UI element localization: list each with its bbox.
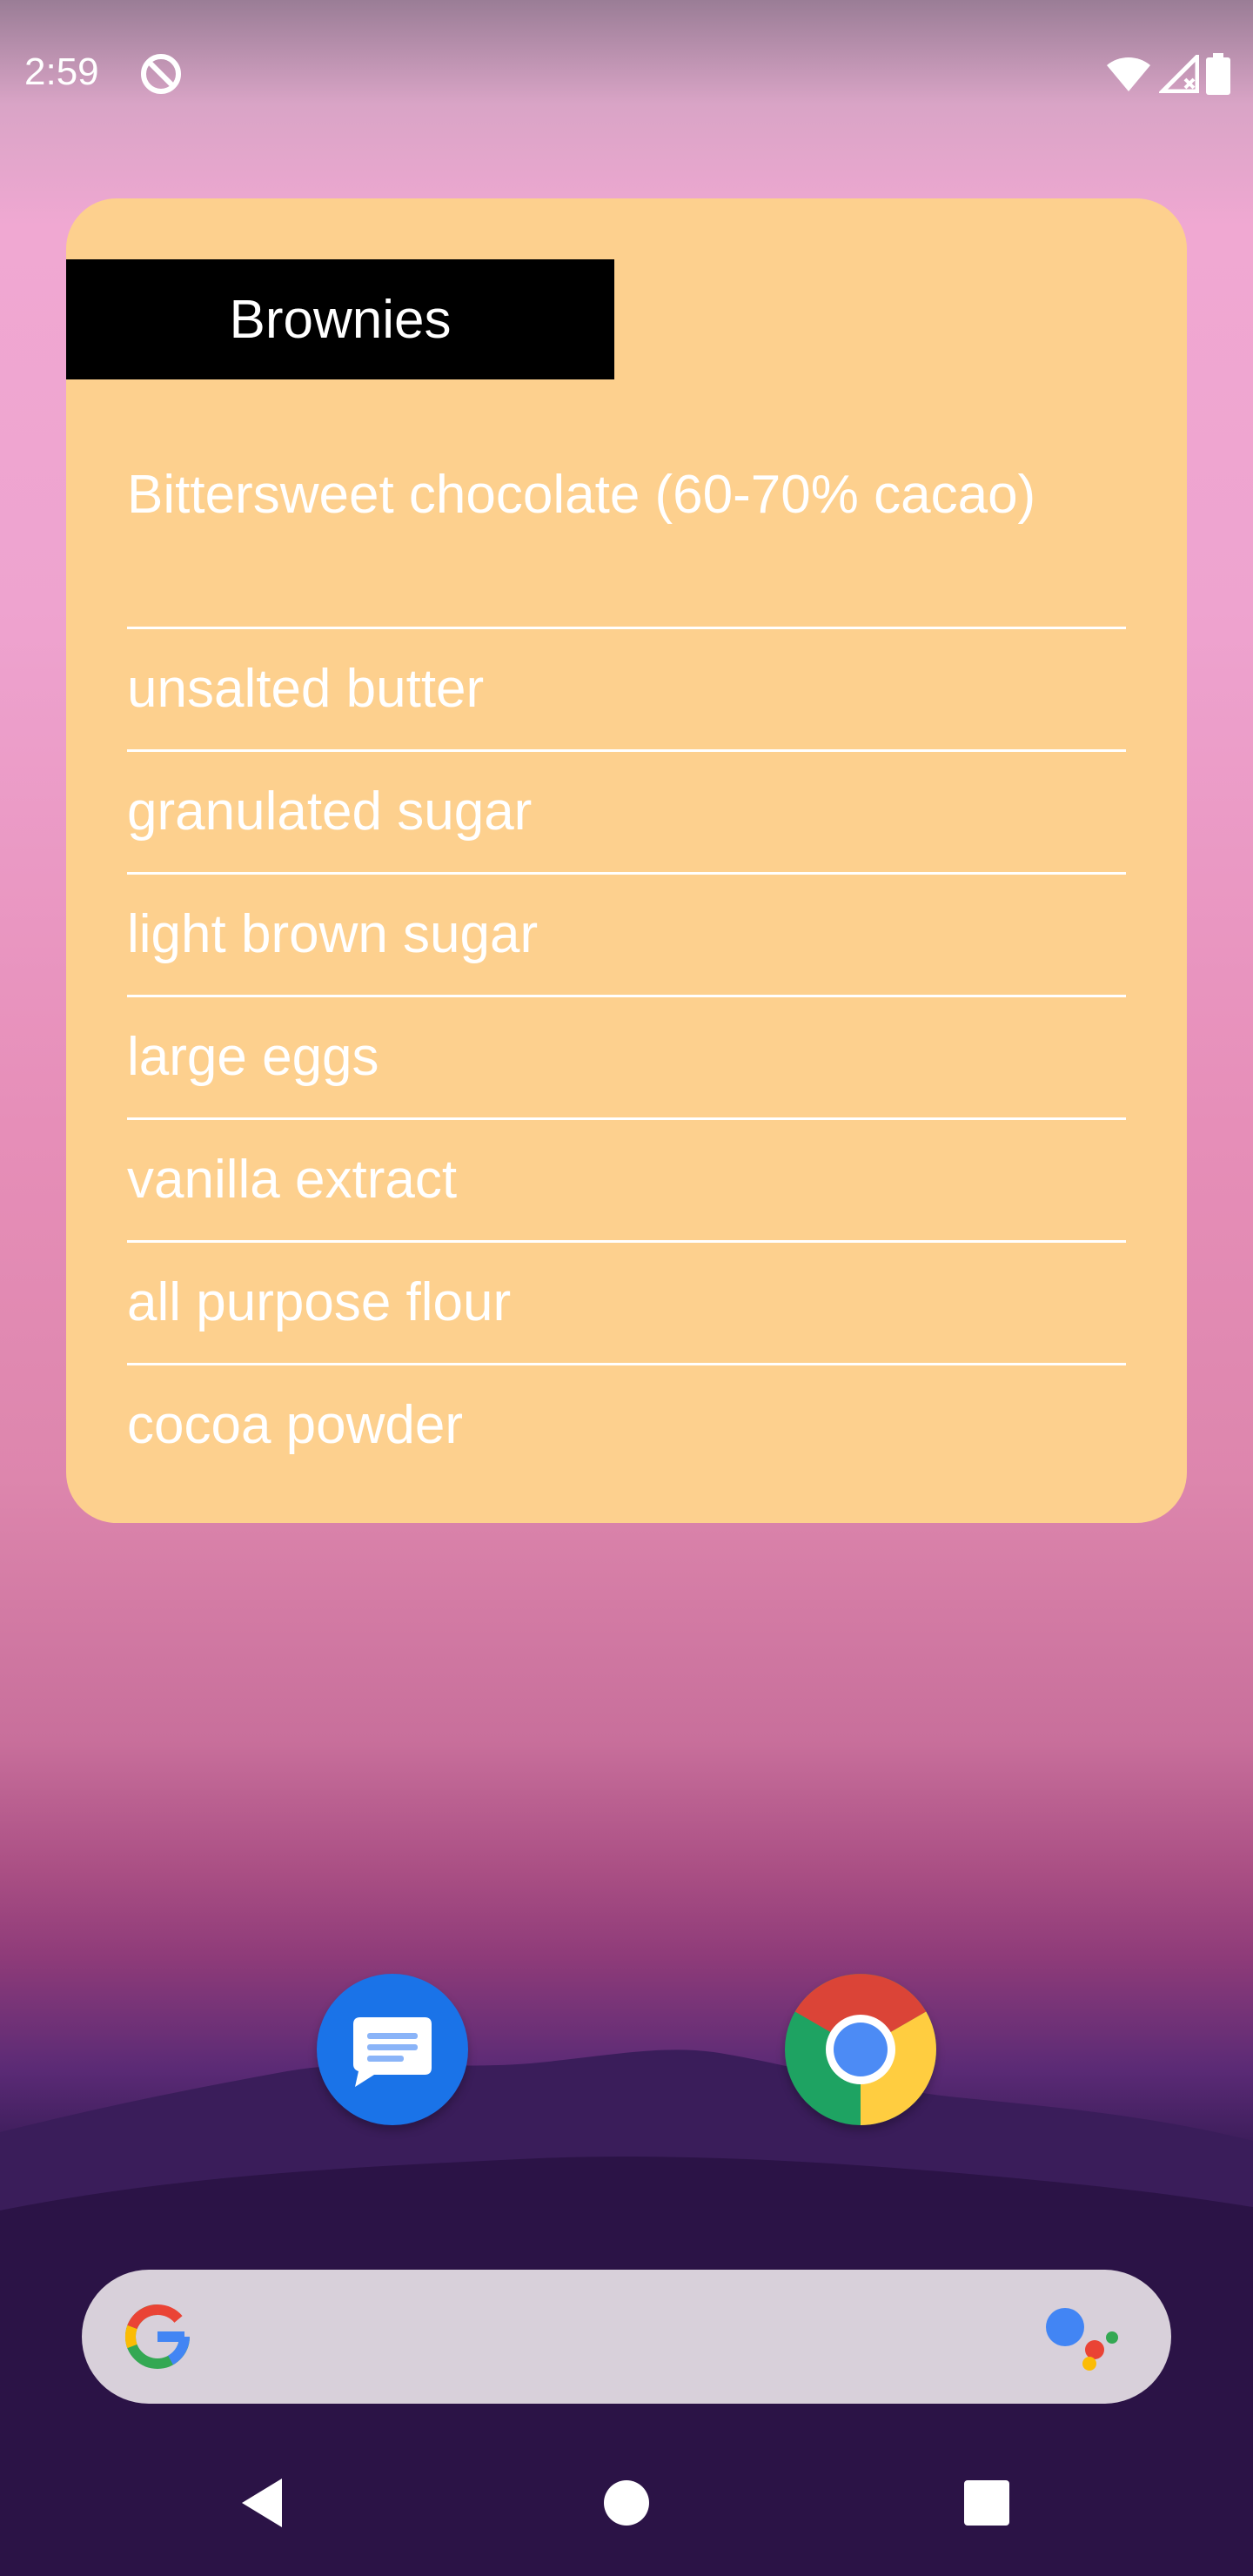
ingredient-item[interactable]: granulated sugar: [127, 776, 1126, 875]
navigation-bar: [0, 2437, 1253, 2576]
wifi-icon: [1107, 57, 1150, 91]
google-assistant-icon[interactable]: [1044, 2304, 1122, 2371]
home-icon[interactable]: [604, 2480, 649, 2526]
google-search-bar[interactable]: [82, 2270, 1171, 2404]
battery-icon: [1206, 53, 1230, 95]
messages-app-icon[interactable]: [317, 1974, 468, 2125]
ingredient-item[interactable]: all purpose flour: [127, 1267, 1126, 1365]
status-time: 2:59: [24, 50, 99, 93]
ingredient-item[interactable]: Bittersweet chocolate (60-70% cacao): [127, 460, 1126, 629]
ingredient-item[interactable]: vanilla extract: [127, 1144, 1126, 1243]
ingredient-list: Bittersweet chocolate (60-70% cacao) uns…: [127, 460, 1126, 1510]
widget-title-bar[interactable]: Brownies: [66, 259, 614, 379]
chrome-icon: [785, 1974, 936, 2125]
back-icon[interactable]: [237, 2475, 285, 2531]
status-icons: [1105, 52, 1230, 96]
ingredient-item[interactable]: light brown sugar: [127, 899, 1126, 997]
widget-title: Brownies: [229, 289, 452, 350]
recipe-widget[interactable]: Brownies Bittersweet chocolate (60-70% c…: [66, 198, 1187, 1523]
do-not-disturb-icon: [141, 54, 181, 94]
chrome-app-icon[interactable]: [785, 1974, 936, 2125]
status-bar: 2:59: [0, 0, 1253, 148]
ingredient-item[interactable]: cocoa powder: [127, 1390, 1126, 1486]
recents-icon[interactable]: [964, 2480, 1009, 2526]
google-g-icon[interactable]: [118, 2298, 197, 2376]
messages-icon: [353, 2017, 432, 2087]
cell-signal-icon: [1159, 55, 1199, 93]
ingredient-item[interactable]: unsalted butter: [127, 654, 1126, 752]
ingredient-item[interactable]: large eggs: [127, 1022, 1126, 1120]
